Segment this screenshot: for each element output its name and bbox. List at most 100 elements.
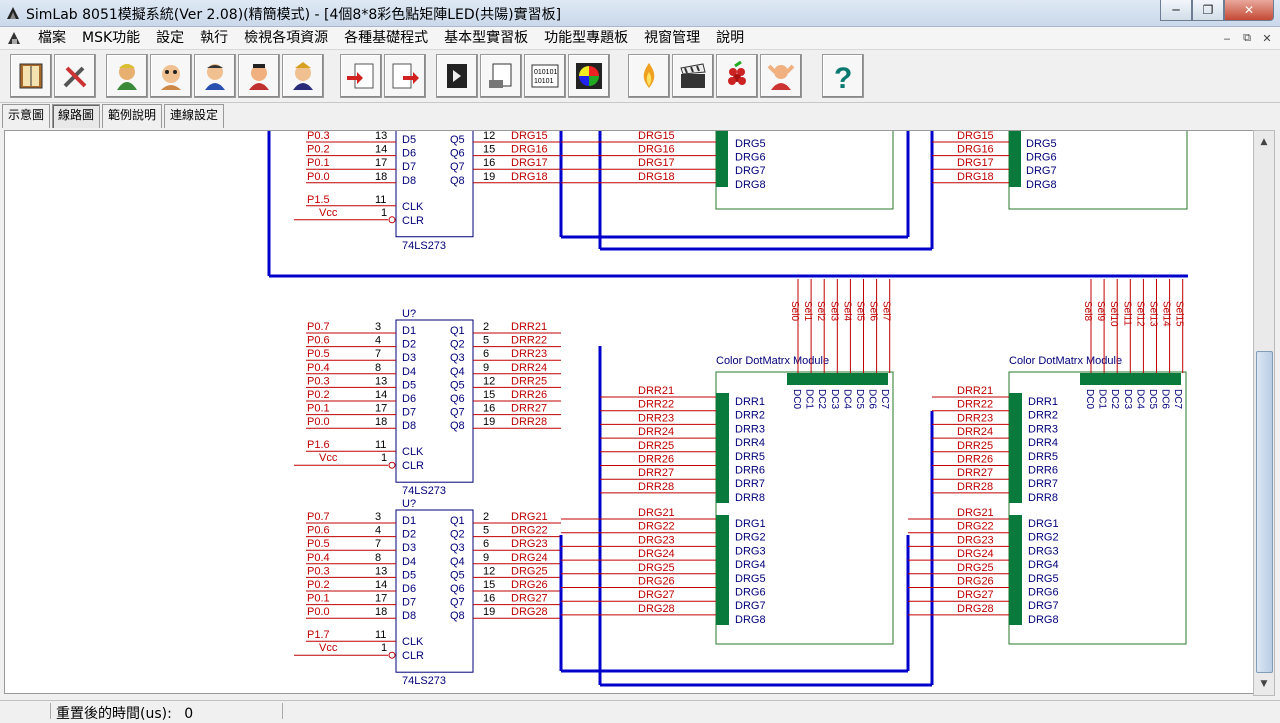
mdi-close-button[interactable]: ✕ (1258, 30, 1276, 46)
port-label: P0.1 (307, 593, 330, 605)
reset-time-label: 重置後的時間(us): 0 (56, 706, 194, 722)
output-label: Q5 (450, 379, 465, 391)
column-label: DC4 (1134, 389, 1145, 409)
menu-item-9[interactable]: 說明 (708, 29, 752, 47)
tab-3[interactable]: 連線設定 (164, 104, 225, 128)
port-label: P0.7 (307, 321, 330, 333)
grapes-icon[interactable] (716, 54, 758, 98)
module-pin-label: DRR4 (735, 437, 765, 449)
schematic-canvas[interactable]: 74LS273 P0.3 13 D5 Q5 12 DRG15 P0.2 14 D6 Q6 15 DRG1… (4, 130, 1254, 694)
net-label: DRR23 (957, 412, 993, 424)
fire-icon[interactable] (628, 54, 670, 98)
menu-item-4[interactable]: 檢視各項資源 (236, 29, 336, 47)
net-label: DRG24 (511, 552, 548, 564)
net-label: DRR26 (638, 454, 674, 466)
module-pin-label: DRG8 (1028, 614, 1059, 626)
net-label: DRR25 (957, 440, 993, 452)
tab-1[interactable]: 線路圖 (52, 104, 101, 128)
pin-number: 4 (375, 525, 381, 537)
chip-icon[interactable] (436, 54, 478, 98)
tools-icon[interactable] (54, 54, 96, 98)
char4-icon[interactable] (238, 54, 280, 98)
pin-number: 19 (483, 416, 495, 428)
input-label: D5 (402, 379, 416, 391)
maximize-button[interactable]: ❐ (1192, 0, 1224, 21)
pin-number: 14 (375, 579, 387, 591)
sel-label: Sel1 (802, 301, 813, 321)
clk-label: CLK (402, 201, 424, 213)
char5-icon[interactable] (282, 54, 324, 98)
book-icon[interactable] (10, 54, 52, 98)
port-label: P0.2 (307, 389, 330, 401)
net-label: DRG15 (638, 131, 675, 142)
module-pin-label: DRG5 (735, 138, 766, 150)
vertical-scrollbar[interactable]: ▲ ▼ (1253, 130, 1275, 696)
module-pin-label: DRG3 (1028, 545, 1059, 557)
sel-label: Sel14 (1161, 301, 1172, 327)
clapper-icon[interactable] (672, 54, 714, 98)
net-label: DRR26 (511, 389, 547, 401)
net-label: DRG15 (511, 131, 548, 142)
output-label: Q7 (450, 407, 465, 419)
net-label: DRG22 (511, 525, 548, 537)
load-hex2-icon[interactable] (384, 54, 426, 98)
minimize-button[interactable]: ─ (1160, 0, 1192, 21)
char2-icon[interactable] (150, 54, 192, 98)
menu-item-6[interactable]: 基本型實習板 (436, 29, 536, 47)
column-label: DC0 (1084, 389, 1095, 409)
net-label: DRG18 (957, 171, 994, 183)
module-title: Color DotMatrx Module (1009, 355, 1122, 367)
mdi-minimize-button[interactable]: ‒ (1218, 30, 1236, 46)
pin-number: 16 (483, 157, 495, 169)
tab-2[interactable]: 範例說明 (102, 104, 163, 128)
menu-item-3[interactable]: 執行 (192, 29, 236, 47)
char3-icon[interactable] (194, 54, 236, 98)
document-window-icon[interactable] (6, 30, 24, 46)
column-label: DC2 (816, 389, 827, 409)
clk-label: CLK (402, 636, 424, 648)
pin-number: 6 (483, 348, 489, 360)
color-wheel-icon[interactable] (568, 54, 610, 98)
mdi-restore-button[interactable]: ⧉ (1238, 30, 1256, 46)
sel-label: Sel13 (1148, 301, 1159, 327)
input-label: D4 (402, 366, 416, 378)
pin-number: 15 (483, 579, 495, 591)
pin-number: 3 (375, 511, 381, 523)
help-icon[interactable]: ? (822, 54, 864, 98)
scroll-up-arrow[interactable]: ▲ (1254, 133, 1274, 151)
menu-bar: 檔案 MSK功能 設定 執行 檢視各項資源 各種基礎程式 基本型實習板 功能型專題板 視窗管理說… (0, 27, 1280, 50)
module-pin-label: DRG6 (1028, 587, 1059, 599)
pin-number: 16 (483, 593, 495, 605)
module-pin-label: DRG7 (1028, 600, 1059, 612)
module-pin-label: DRR3 (735, 423, 765, 435)
port-label: P0.6 (307, 525, 330, 537)
pin-number: 18 (375, 606, 387, 618)
column-label: DC4 (841, 389, 852, 409)
scroll-thumb[interactable] (1256, 351, 1273, 673)
load-hex-icon[interactable] (340, 54, 382, 98)
close-button[interactable]: ✕ (1224, 0, 1274, 21)
tab-0[interactable]: 示意圖 (2, 104, 51, 128)
clr-label: CLR (402, 215, 424, 227)
vcc-label: Vcc (319, 207, 338, 219)
output-label: Q6 (450, 583, 465, 595)
menu-item-8[interactable]: 視窗管理 (636, 29, 708, 47)
pin-number: 11 (375, 629, 386, 641)
pin-number: 3 (375, 321, 381, 333)
binary-icon[interactable]: 010101 10101 (524, 54, 566, 98)
module-pin-label: DRG8 (735, 179, 766, 191)
menu-item-5[interactable]: 各種基礎程式 (336, 29, 436, 47)
document-icon[interactable] (480, 54, 522, 98)
module-pin-label: DRR4 (1028, 437, 1058, 449)
menu-item-0[interactable]: 檔案 (30, 29, 74, 47)
menu-item-1[interactable]: MSK功能 (74, 29, 148, 47)
column-label: DC1 (804, 389, 815, 409)
scroll-down-arrow[interactable]: ▼ (1254, 675, 1274, 693)
menu-item-2[interactable]: 設定 (148, 29, 192, 47)
pin-number: 13 (375, 375, 387, 387)
hand-icon[interactable] (760, 54, 802, 98)
module-pin-bar (1009, 393, 1022, 503)
menu-item-7[interactable]: 功能型專題板 (536, 29, 636, 47)
net-label: DRR27 (957, 467, 993, 479)
char1-icon[interactable] (106, 54, 148, 98)
